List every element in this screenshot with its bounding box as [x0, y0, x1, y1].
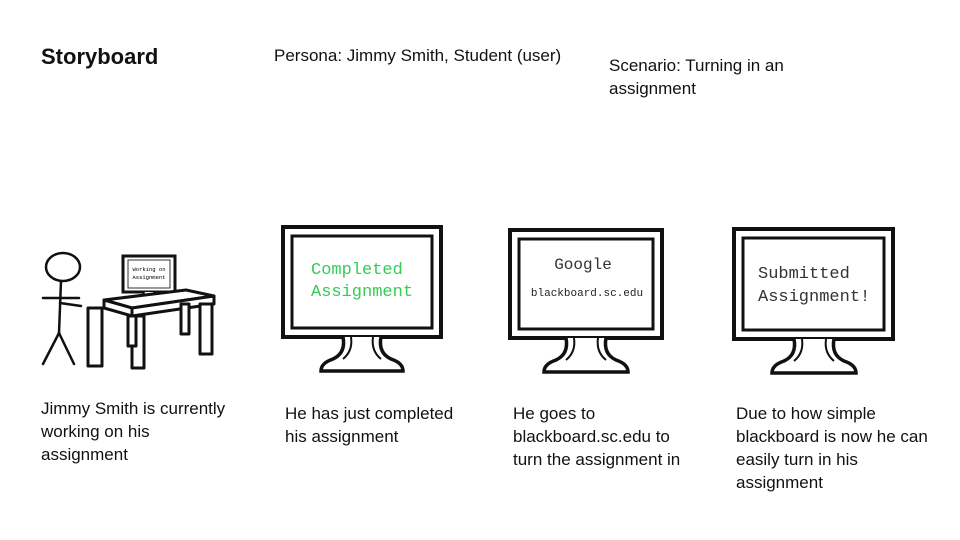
panel-1-illustration: Working on Assignment — [41, 251, 216, 370]
panel-3-screen-line-1: Google — [554, 256, 612, 274]
panel-4-screen-line-2: Assignment! — [758, 288, 870, 307]
panel-2-monitor-icon: Completed Assignment — [281, 225, 443, 373]
panel-3-screen-line-2: blackboard.sc.edu — [531, 288, 643, 300]
panel-2-caption: He has just completed his assignment — [285, 404, 454, 446]
persona-label: Persona: Jimmy Smith, Student (user) — [274, 46, 562, 65]
panel-3-monitor-icon: Google blackboard.sc.edu — [508, 228, 664, 374]
panel-4-screen-line-1: Submitted — [758, 265, 850, 284]
panel-4-caption: Due to how simple blackboard is now he c… — [736, 404, 928, 492]
panel-1-screen-line-2: Assignment — [132, 274, 165, 281]
desk-icon — [86, 288, 216, 370]
panel-3-caption: He goes to blackboard.sc.edu to turn the… — [513, 404, 681, 469]
panel-4-monitor-icon: Submitted Assignment! — [732, 227, 895, 375]
panel-1-screen-line-1: Working on — [132, 266, 165, 273]
scenario-label: Scenario: Turning in an assignment — [609, 56, 784, 98]
panel-1-caption: Jimmy Smith is currently working on his … — [41, 399, 226, 464]
stick-figure — [41, 251, 83, 366]
panel-2-screen-line-2: Assignment — [311, 283, 413, 302]
panel-2-screen-line-1: Completed — [311, 261, 403, 280]
page-title: Storyboard — [41, 44, 159, 69]
